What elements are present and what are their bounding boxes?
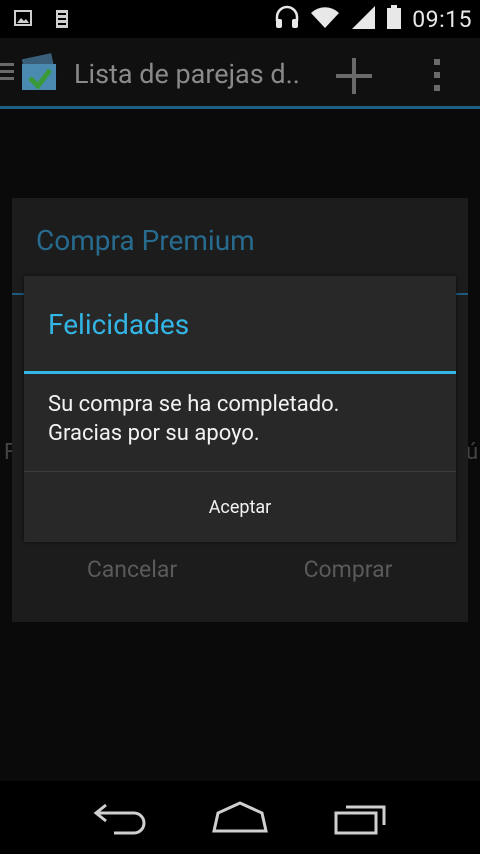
app-logo-icon[interactable]: [18, 50, 66, 102]
back-icon[interactable]: [90, 799, 150, 839]
navigation-bar: [0, 781, 480, 854]
gallery-icon: [14, 9, 32, 33]
dialog-title-divider: [24, 371, 456, 374]
app-title: Lista de parejas d..: [74, 58, 300, 90]
wifi-icon: [310, 5, 340, 33]
buy-button[interactable]: Comprar: [234, 556, 462, 583]
battery-icon: [386, 4, 402, 34]
add-icon[interactable]: [336, 58, 372, 98]
home-icon[interactable]: [210, 799, 270, 839]
dialog-title: Felicidades: [48, 308, 190, 341]
storage-icon: [54, 9, 72, 33]
accept-button[interactable]: Aceptar: [24, 472, 456, 542]
recent-apps-icon[interactable]: [332, 799, 392, 839]
premium-dialog-title: Compra Premium: [36, 224, 255, 257]
menu-icon[interactable]: [0, 60, 16, 88]
headphones-icon: [274, 5, 300, 33]
status-bar: 09:15: [0, 0, 480, 38]
congratulations-dialog: Felicidades Su compra se ha completado. …: [24, 276, 456, 542]
overflow-icon[interactable]: [432, 58, 442, 96]
status-time: 09:15: [412, 5, 472, 33]
signal-icon: [350, 4, 376, 34]
cancel-button[interactable]: Cancelar: [18, 556, 246, 583]
dialog-message: Su compra se ha completado. Gracias por …: [48, 392, 340, 446]
